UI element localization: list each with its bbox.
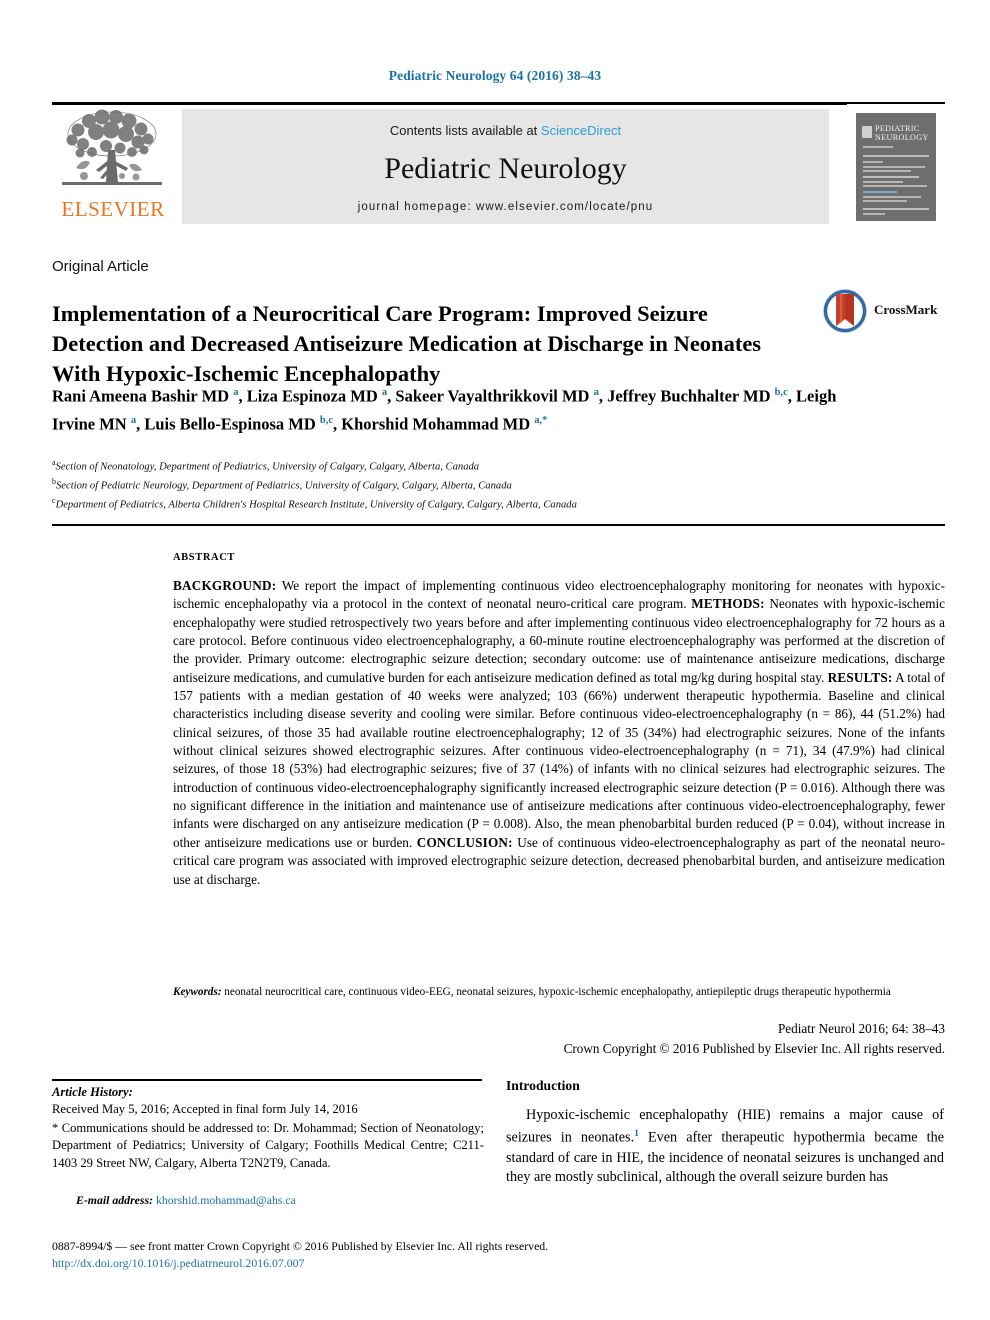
cover-decor-line [863,181,903,183]
sciencedirect-link[interactable]: ScienceDirect [541,123,621,138]
article-history-dates: Received May 5, 2016; Accepted in final … [52,1102,358,1117]
abstract-section-text: A total of 157 patients with a median ge… [173,669,945,850]
cover-decor-line [863,146,893,148]
abstract-citation: Pediatr Neurol 2016; 64: 38–43 [777,1021,945,1036]
journal-cover-title: PEDIATRIC NEUROLOGY [875,124,933,142]
article-history-rule [52,1079,482,1081]
elsevier-wordmark: ELSEVIER [61,197,165,221]
contents-prefix-text: Contents lists available at [389,123,541,138]
abstract-divider-rule [52,524,945,527]
crossmark-badge[interactable]: CrossMark [822,288,952,338]
cover-decor-line [863,200,907,202]
crossmark-icon[interactable] [822,288,868,334]
footer-issn-line: 0887-8994/$ — see front matter Crown Cop… [52,1239,549,1253]
journal-masthead: ELSEVIER Contents lists available at Sci… [52,102,945,230]
cover-decor-line [863,166,925,168]
keywords-label: Keywords: [173,986,222,998]
abstract-heading: ABSTRACT [173,552,235,563]
keywords-line: Keywords: neonatal neurocritical care, c… [173,985,945,1000]
affiliation-list: aSection of Neonatology, Department of P… [52,456,912,513]
abstract-section-label: RESULTS: [827,669,893,685]
cover-decor-rule [863,208,929,210]
author-list: Rani Ameena Bashir MD a, Liza Espinoza M… [52,386,837,434]
affiliation-item: aSection of Neonatology, Department of P… [52,456,912,475]
article-page: Pediatric Neurology 64 (2016) 38–43 ELSE… [0,0,990,1320]
abstract-body: BACKGROUND: We report the impact of impl… [173,577,945,889]
crossmark-label: CrossMark [874,302,938,317]
elsevier-tree-icon [62,109,162,185]
journal-cover-image: PEDIATRIC NEUROLOGY [856,113,936,221]
elsevier-logo: ELSEVIER [52,108,174,224]
cover-decor-line [863,185,927,187]
introduction-heading: Introduction [506,1078,580,1093]
affiliation-item: cDepartment of Pediatrics, Alberta Child… [52,494,912,513]
abstract-section-label: CONCLUSION: [416,834,513,850]
cover-decor-line [863,170,911,172]
cover-title-line-2: NEUROLOGY [875,133,929,142]
masthead-top-rule [52,102,945,105]
cover-title-line-1: PEDIATRIC [875,124,920,133]
article-history-block: Article History: Received May 5, 2016; A… [52,1084,484,1119]
cover-decor-rule [863,176,919,178]
journal-cover-thumbnail: PEDIATRIC NEUROLOGY [847,104,945,230]
affiliation-text: Department of Pediatrics, Alberta Childr… [55,499,577,511]
correspondence-note: * Communications should be addressed to:… [52,1121,484,1170]
journal-cover-emblem-icon [862,126,872,138]
contents-available-line: Contents lists available at ScienceDirec… [182,123,829,138]
affiliation-item: bSection of Pediatric Neurology, Departm… [52,475,912,494]
page-title: Implementation of a Neurocritical Care P… [52,301,762,387]
affiliation-text: Section of Neonatology, Department of Pe… [55,461,480,473]
keywords-text: neonatal neurocritical care, continuous … [221,986,891,998]
abstract-section-label: METHODS: [691,596,765,612]
email-link[interactable]: khorshid.mohammad@ahs.ca [153,1193,296,1207]
cover-decor-accent [863,191,897,193]
abstract-copyright: Crown Copyright © 2016 Published by Else… [563,1041,945,1056]
journal-title: Pediatric Neurology [384,152,627,185]
running-head-citation: Pediatric Neurology 64 (2016) 38–43 [388,68,602,83]
affiliation-text: Section of Pediatric Neurology, Departme… [56,480,512,492]
email-line: E-mail address: khorshid.mohammad@ahs.ca [76,1193,296,1208]
footer-doi-link[interactable]: http://dx.doi.org/10.1016/j.pediatrneuro… [52,1256,304,1271]
journal-homepage-link[interactable]: journal homepage: www.elsevier.com/locat… [182,201,829,213]
introduction-paragraph: Hypoxic-ischemic encephalopathy (HIE) re… [506,1106,944,1187]
cover-decor-line [863,161,883,163]
journal-header-box: Contents lists available at ScienceDirec… [182,109,829,224]
abstract-section-label: BACKGROUND: [173,578,277,593]
cover-decor-line [863,196,921,198]
cover-decor-line [863,213,885,215]
email-label: E-mail address: [76,1193,154,1207]
cover-decor-rule [863,155,929,157]
article-history-label: Article History: [52,1085,133,1099]
article-type-label: Original Article [52,258,149,275]
